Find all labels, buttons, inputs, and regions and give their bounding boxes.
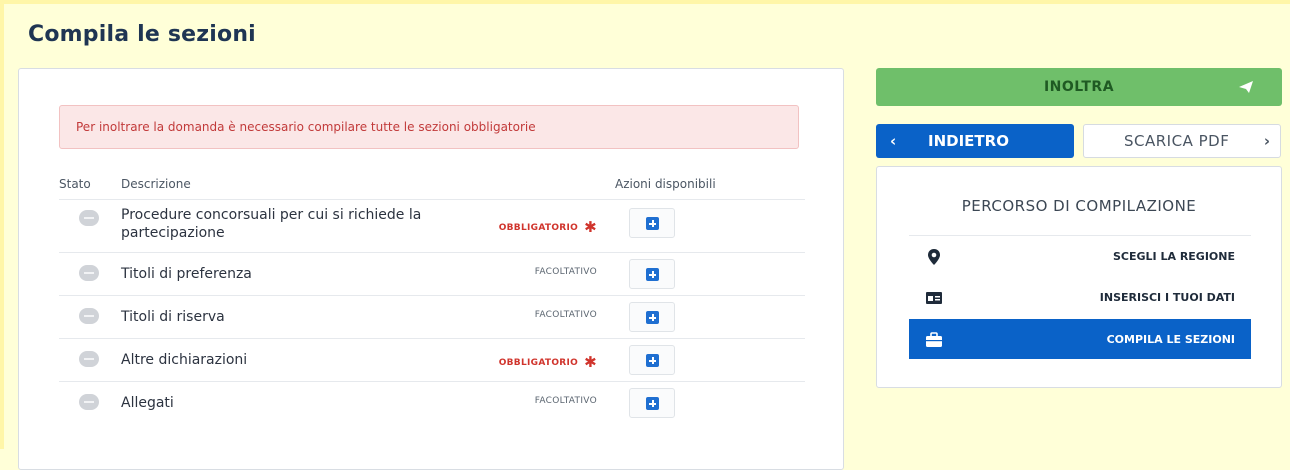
scarica-pdf-button[interactable]: SCARICA PDF › — [1083, 124, 1281, 158]
required-badge: OBBLIGATORIO ✱ — [498, 353, 597, 371]
section-description: Allegati — [121, 395, 174, 411]
paper-plane-icon — [1239, 81, 1253, 93]
table-row: Procedure concorsuali per cui si richied… — [59, 199, 805, 252]
required-star-icon: ✱ — [584, 353, 597, 371]
table-row: Altre dichiarazioni OBBLIGATORIO ✱ — [59, 338, 805, 381]
percorso-item-label: COMPILA LE SEZIONI — [1106, 333, 1235, 346]
section-description: Titoli di preferenza — [121, 266, 252, 282]
percorso-item-regione[interactable]: SCEGLI LA REGIONE — [909, 235, 1251, 276]
indietro-label: INDIETRO — [928, 132, 1009, 150]
plus-square-icon — [646, 397, 659, 410]
inoltra-button[interactable]: INOLTRA — [876, 68, 1282, 106]
plus-square-icon — [646, 354, 659, 367]
header-stato: Stato — [59, 177, 91, 191]
header-descrizione: Descrizione — [121, 177, 191, 191]
add-section-button[interactable] — [629, 259, 675, 289]
scarica-pdf-label: SCARICA PDF — [1124, 132, 1230, 150]
chevron-left-icon: ‹ — [890, 132, 897, 150]
chevron-right-icon: › — [1263, 132, 1270, 150]
percorso-item-label: SCEGLI LA REGIONE — [1113, 250, 1235, 263]
status-icon — [79, 265, 99, 281]
required-sections-alert: Per inoltrare la domanda è necessario co… — [59, 105, 799, 149]
plus-square-icon — [646, 268, 659, 281]
status-icon — [79, 210, 99, 226]
table-row: Titoli di preferenza FACOLTATIVO — [59, 252, 805, 295]
table-row: Allegati FACOLTATIVO — [59, 381, 805, 424]
section-description: Titoli di riserva — [121, 309, 225, 325]
briefcase-icon — [926, 332, 942, 347]
percorso-item-label: INSERISCI I TUOI DATI — [1099, 291, 1235, 304]
add-section-button[interactable] — [629, 208, 675, 238]
required-star-icon: ✱ — [584, 218, 597, 236]
add-section-button[interactable] — [629, 302, 675, 332]
id-card-icon — [926, 292, 942, 304]
percorso-item-sezioni[interactable]: COMPILA LE SEZIONI — [909, 319, 1251, 359]
map-marker-icon — [928, 249, 940, 265]
add-section-button[interactable] — [629, 388, 675, 418]
section-description: Procedure concorsuali per cui si richied… — [121, 207, 422, 241]
plus-square-icon — [646, 217, 659, 230]
sections-card: Per inoltrare la domanda è necessario co… — [18, 68, 844, 470]
percorso-title: PERCORSO DI COMPILAZIONE — [961, 197, 1197, 215]
header-azioni: Azioni disponibili — [615, 177, 716, 191]
inoltra-label: INOLTRA — [1043, 79, 1115, 95]
table-row: Titoli di riserva FACOLTATIVO — [59, 295, 805, 338]
section-description: Altre dichiarazioni — [121, 352, 248, 368]
add-section-button[interactable] — [629, 345, 675, 375]
status-icon — [79, 308, 99, 324]
percorso-item-dati[interactable]: INSERISCI I TUOI DATI — [909, 277, 1251, 317]
indietro-button[interactable]: ‹ INDIETRO — [876, 124, 1074, 158]
optional-badge: FACOLTATIVO — [534, 267, 597, 277]
status-icon — [79, 394, 99, 410]
required-badge: OBBLIGATORIO ✱ — [498, 218, 597, 236]
status-icon — [79, 351, 99, 367]
optional-badge: FACOLTATIVO — [534, 310, 597, 320]
plus-square-icon — [646, 311, 659, 324]
percorso-card: PERCORSO DI COMPILAZIONE SCEGLI LA REGIO… — [876, 166, 1282, 388]
optional-badge: FACOLTATIVO — [534, 396, 597, 406]
sections-table: Procedure concorsuali per cui si richied… — [59, 199, 805, 424]
page-title: Compila le sezioni — [28, 22, 256, 47]
